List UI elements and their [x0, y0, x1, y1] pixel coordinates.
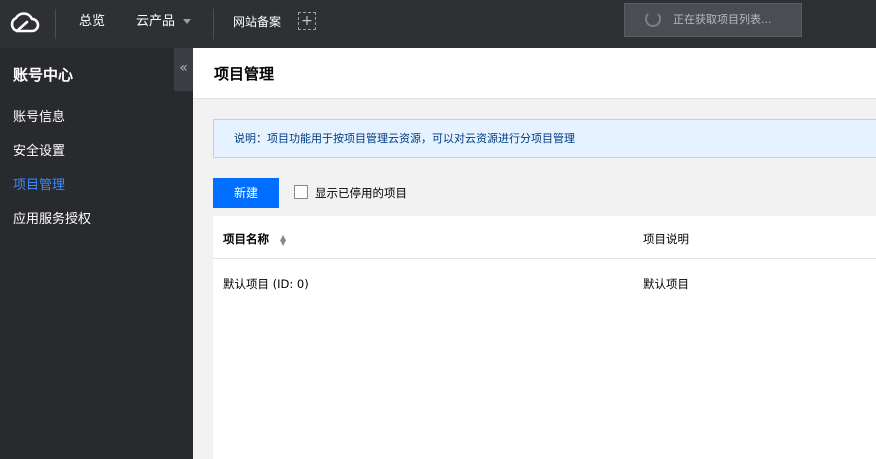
column-header-name[interactable]: 项目名称 ▲ ▼	[223, 231, 286, 247]
sidebar-item-security[interactable]: 安全设置	[13, 140, 65, 159]
loading-spinner-icon	[645, 11, 661, 27]
plus-icon[interactable]: +	[298, 12, 316, 30]
double-chevron-left-icon[interactable]: «	[174, 48, 193, 91]
cell-project-name: 默认项目 (ID: 0)	[223, 277, 309, 291]
sidebar-item-account-info[interactable]: 账号信息	[13, 106, 65, 125]
column-header-name-label: 项目名称	[223, 232, 269, 246]
sidebar-item-project-management[interactable]: 项目管理	[13, 174, 65, 193]
sort-icon[interactable]: ▲ ▼	[280, 233, 286, 246]
top-navbar: 总览 云产品 网站备案 + 正在获取项目列表...	[0, 0, 876, 48]
cell-project-description: 默认项目	[643, 277, 689, 291]
divider	[213, 9, 214, 39]
loading-project-list: 正在获取项目列表...	[624, 3, 802, 37]
nav-cloud-products-label: 云产品	[136, 14, 176, 29]
sidebar-title: 账号中心	[13, 66, 74, 84]
page-header: 项目管理	[193, 48, 876, 99]
chevron-down-icon	[183, 19, 192, 24]
watermark-text: Kevin改变世界的点滴	[646, 411, 831, 433]
sidebar: 账号中心 « 账号信息 安全设置 项目管理 应用服务授权	[0, 48, 193, 459]
cloud-logo-icon[interactable]	[8, 9, 40, 37]
sidebar-item-app-authorization[interactable]: 应用服务授权	[13, 208, 91, 227]
nav-overview[interactable]: 总览	[79, 0, 105, 48]
nav-site-filing[interactable]: 网站备案	[233, 0, 281, 48]
table-header: 项目名称 ▲ ▼ 项目说明	[213, 216, 876, 259]
divider	[55, 9, 56, 39]
wechat-icon	[612, 411, 639, 433]
page-title: 项目管理	[214, 65, 275, 83]
show-disabled-label[interactable]: 显示已停用的项目	[315, 185, 407, 201]
show-disabled-checkbox[interactable]	[294, 185, 308, 199]
loading-text: 正在获取项目列表...	[673, 13, 772, 26]
column-header-description: 项目说明	[643, 232, 689, 246]
new-project-button[interactable]: 新建	[213, 178, 279, 208]
notice-banner: 说明：项目功能用于按项目管理云资源，可以对云资源进行分项目管理	[213, 119, 876, 158]
nav-cloud-products[interactable]: 云产品	[136, 0, 192, 48]
